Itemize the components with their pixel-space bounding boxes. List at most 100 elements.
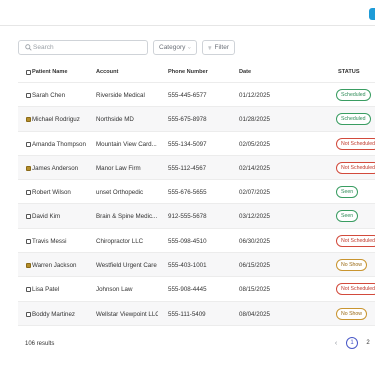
status-badge: Not Scheduled <box>336 137 375 150</box>
cell-status: Seen <box>336 186 359 199</box>
cell-status: Not Scheduled <box>336 137 375 150</box>
cell-account: unset Orthopedic <box>96 189 144 197</box>
cell-account: Riverside Medical <box>96 92 145 99</box>
row-checkbox[interactable] <box>26 190 31 196</box>
cell-date: 02/05/2025 <box>239 140 270 148</box>
cell-patient-name: Boddy Martinez <box>32 310 75 318</box>
table-row[interactable]: Boddy Martinez Wellstar Viewpoint LLC 555-… <box>18 301 375 326</box>
table-row[interactable]: David Kim Brain & Spine Medic... 912-555-5… <box>18 204 375 229</box>
cell-phone: 555-676-5655 <box>168 189 207 197</box>
cell-account: Wellstar Viewpoint LLC <box>96 310 158 318</box>
cell-phone: 555-134-5097 <box>168 140 207 148</box>
status-badge: Scheduled <box>336 89 371 101</box>
table-row[interactable]: Warren Jackson Westfield Urgent Care 555-4… <box>18 253 375 278</box>
status-badge: Not Scheduled <box>336 283 375 296</box>
cell-account: Mountain View Card... <box>96 140 157 148</box>
cell-phone: 555-111-5409 <box>168 310 206 318</box>
cell-status: Not Scheduled <box>336 234 375 247</box>
filter-label: Filter <box>214 44 229 51</box>
cell-phone: 555-112-4567 <box>168 164 207 172</box>
cell-patient-name: Amanda Thompson <box>32 140 86 148</box>
search-icon <box>25 44 32 51</box>
row-checkbox[interactable] <box>26 93 31 98</box>
status-badge: No Show <box>336 259 368 272</box>
table-footer: 106 results ‹ 1 2 <box>25 337 375 351</box>
chevron-down-icon <box>188 46 191 49</box>
cell-date: 08/15/2025 <box>239 286 270 294</box>
cell-date: 01/12/2025 <box>239 92 270 99</box>
header-status[interactable]: STATUS <box>338 69 360 75</box>
status-badge: No Show <box>336 307 368 320</box>
filter-icon <box>208 46 212 49</box>
cell-account: Northside MD <box>96 116 134 124</box>
row-checkbox[interactable] <box>26 263 31 269</box>
cell-status: Not Scheduled <box>336 161 375 174</box>
patients-table: Patient Name Account Phone Number Date S… <box>18 62 375 326</box>
cell-date: 02/14/2025 <box>239 164 270 172</box>
category-label: Category <box>159 44 186 51</box>
header-phone[interactable]: Phone Number <box>168 69 208 75</box>
cell-account: Manor Law Firm <box>96 164 141 172</box>
cell-date: 08/04/2025 <box>239 310 270 318</box>
cell-account: Chiropractor LLC <box>96 237 144 245</box>
page-button-2[interactable]: 2 <box>362 337 374 349</box>
cell-patient-name: James Anderson <box>32 164 79 172</box>
cell-patient-name: Michael Rodriguz <box>32 116 80 124</box>
cell-patient-name: Travis Messi <box>32 237 67 245</box>
row-checkbox[interactable] <box>26 141 31 147</box>
cell-patient-name: Sarah Chen <box>32 92 66 99</box>
cell-date: 01/28/2025 <box>239 116 270 124</box>
top-bar <box>0 0 375 26</box>
cell-patient-name: Robert Wilson <box>32 189 71 197</box>
page-button-1[interactable]: 1 <box>346 337 358 349</box>
category-dropdown[interactable]: Category <box>153 40 197 55</box>
cell-date: 03/12/2025 <box>239 213 270 221</box>
row-checkbox[interactable] <box>26 214 31 220</box>
select-all-checkbox[interactable] <box>26 70 31 75</box>
cell-account: Westfield Urgent Care <box>96 262 157 270</box>
cell-status: No Show <box>336 307 368 320</box>
cell-status: Not Scheduled <box>336 283 375 296</box>
filter-button[interactable]: Filter <box>202 40 235 55</box>
cell-status: No Show <box>336 259 368 272</box>
table-row[interactable]: Michael Rodriguz Northside MD 555-675-8978… <box>18 107 375 132</box>
status-badge: Scheduled <box>336 113 371 126</box>
table-row[interactable]: Robert Wilson unset Orthopedic 555-676-565… <box>18 180 375 205</box>
status-badge: Seen <box>336 186 359 199</box>
cell-phone: 555-908-4445 <box>168 286 207 294</box>
table-row[interactable]: Amanda Thompson Mountain View Card... 555-… <box>18 132 375 156</box>
cell-status: Scheduled <box>336 89 371 101</box>
cell-phone: 912-555-5678 <box>168 213 207 221</box>
row-checkbox[interactable] <box>26 165 31 171</box>
table-body: Sarah Chen Riverside Medical 555-445-6577 0… <box>18 83 375 326</box>
cell-phone: 555-675-8978 <box>168 116 207 124</box>
row-checkbox[interactable] <box>26 238 31 244</box>
search-input[interactable] <box>33 41 143 54</box>
cell-date: 06/15/2025 <box>239 262 270 270</box>
table-row[interactable]: James Anderson Manor Law Firm 555-112-4567… <box>18 155 375 181</box>
cell-phone: 555-445-6577 <box>168 92 207 99</box>
row-checkbox[interactable] <box>26 311 31 317</box>
table-row[interactable]: Sarah Chen Riverside Medical 555-445-6577 0… <box>18 83 375 108</box>
row-checkbox[interactable] <box>26 117 31 123</box>
status-badge: Not Scheduled <box>336 234 375 247</box>
cell-patient-name: Warren Jackson <box>32 262 77 270</box>
search-box <box>18 40 148 55</box>
table-row[interactable]: Travis Messi Chiropractor LLC 555-098-4510… <box>18 229 375 254</box>
top-action-button[interactable] <box>369 8 375 20</box>
cell-patient-name: David Kim <box>32 213 61 221</box>
cell-phone: 555-403-1001 <box>168 262 207 270</box>
cell-account: Brain & Spine Medic... <box>96 213 158 221</box>
pagination: ‹ 1 2 <box>330 337 374 349</box>
cell-account: Johnson Law <box>96 286 133 294</box>
header-date[interactable]: Date <box>239 69 251 75</box>
cell-date: 06/30/2025 <box>239 237 270 245</box>
table-header: Patient Name Account Phone Number Date S… <box>18 62 375 83</box>
row-checkbox[interactable] <box>26 287 31 293</box>
table-row[interactable]: Lisa Patel Johnson Law 555-908-4445 08/15/2… <box>18 277 375 302</box>
chevron-left-icon[interactable]: ‹ <box>330 337 342 349</box>
header-patient-name[interactable]: Patient Name <box>32 69 67 75</box>
cell-status: Scheduled <box>336 113 371 126</box>
cell-status: Seen <box>336 210 359 223</box>
header-account[interactable]: Account <box>96 69 118 75</box>
